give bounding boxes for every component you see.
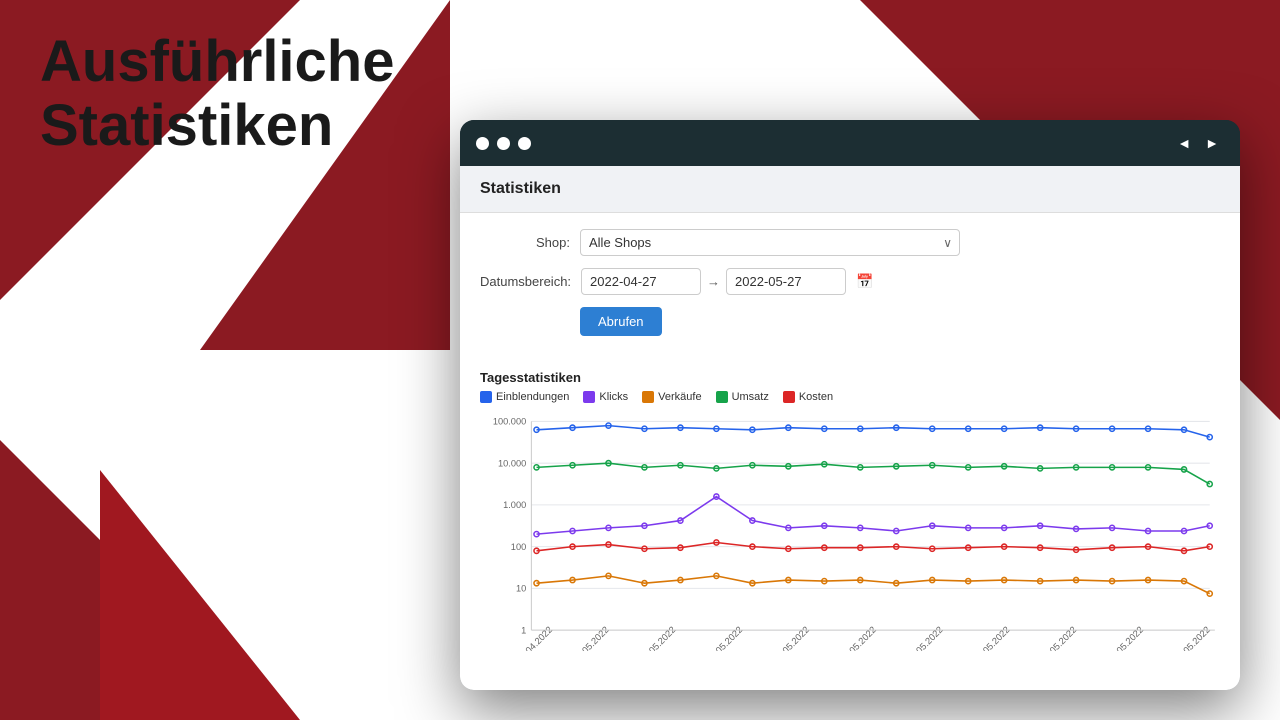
chart-container: 100.000 10.000 1.000 100 10 1 xyxy=(480,411,1220,651)
y-label-10000: 10.000 xyxy=(498,458,526,468)
line-umsatz xyxy=(537,463,1210,484)
browser-window: ◄ ► Statistiken Shop: Alle Shops xyxy=(460,120,1240,690)
browser-dot-1 xyxy=(476,137,489,150)
stats-header: Statistiken xyxy=(460,166,1240,213)
shop-label: Shop: xyxy=(480,235,580,250)
x-label-9: 25.05.2022 xyxy=(1106,625,1146,651)
x-label-10: 27.05.2022 xyxy=(1172,625,1212,651)
calendar-icon[interactable]: 📅 xyxy=(856,273,873,290)
x-label-2: 04.05.2022 xyxy=(638,625,678,651)
x-label-6: 16.05.2022 xyxy=(905,625,945,651)
shop-select-wrapper: Alle Shops xyxy=(580,229,960,256)
date-label: Datumsbereich: xyxy=(480,274,581,289)
dot-verkaeufe-0 xyxy=(534,581,539,586)
browser-content: Statistiken Shop: Alle Shops Datumsberei… xyxy=(460,166,1240,690)
legend-label-umsatz: Umsatz xyxy=(732,391,769,403)
line-einblendungen xyxy=(537,426,1210,437)
browser-dot-3 xyxy=(518,137,531,150)
heading-line2: Statistiken xyxy=(40,94,395,158)
date-range-row: Datumsbereich: → 📅 xyxy=(480,268,1220,295)
legend-color-umsatz xyxy=(716,391,728,403)
stats-body: Shop: Alle Shops Datumsbereich: → 📅 xyxy=(460,213,1240,364)
back-arrow[interactable]: ◄ xyxy=(1172,133,1196,153)
abrufen-button[interactable]: Abrufen xyxy=(580,307,662,336)
x-label-7: 19.05.2022 xyxy=(972,625,1012,651)
legend-einblendungen: Einblendungen xyxy=(480,391,569,403)
date-range-arrow: → xyxy=(707,274,720,289)
legend-verkaeufe: Verkäufe xyxy=(642,391,701,403)
abrufen-row: Abrufen xyxy=(480,307,1220,336)
legend-umsatz: Umsatz xyxy=(716,391,769,403)
dot-umsatz-19 xyxy=(1207,481,1212,486)
x-label-1: 01.05.2022 xyxy=(571,625,611,651)
x-label-8: 22.05.2022 xyxy=(1039,625,1079,651)
legend-color-klicks xyxy=(583,391,595,403)
legend-label-kosten: Kosten xyxy=(799,391,833,403)
chart-svg: 100.000 10.000 1.000 100 10 1 xyxy=(480,411,1220,651)
date-from-input[interactable] xyxy=(581,268,701,295)
chart-title: Tagesstatistiken xyxy=(480,370,1220,385)
chart-legend: Einblendungen Klicks Verkäufe Umsatz xyxy=(480,391,1220,403)
red-shape-4 xyxy=(100,470,300,720)
x-label-3: 07.05.2022 xyxy=(705,625,745,651)
dot-verkaeufe-19 xyxy=(1207,591,1212,596)
line-verkaeufe xyxy=(537,576,1210,594)
date-to-input[interactable] xyxy=(726,268,846,295)
y-label-1000: 1.000 xyxy=(503,500,526,510)
y-label-1: 1 xyxy=(521,625,526,635)
browser-dots xyxy=(476,137,531,150)
date-range-wrapper: → 📅 xyxy=(581,268,873,295)
legend-color-verkaeufe xyxy=(642,391,654,403)
browser-nav-arrows: ◄ ► xyxy=(1172,133,1224,153)
stats-panel: Statistiken Shop: Alle Shops Datumsberei… xyxy=(460,166,1240,690)
main-heading: Ausführliche Statistiken xyxy=(40,30,395,158)
forward-arrow[interactable]: ► xyxy=(1200,133,1224,153)
dot-klicks-0 xyxy=(534,532,539,537)
y-label-100: 100 xyxy=(511,542,526,552)
y-label-100000: 100.000 xyxy=(493,417,526,427)
x-label-5: 13.05.2022 xyxy=(838,625,878,651)
legend-color-kosten xyxy=(783,391,795,403)
legend-kosten: Kosten xyxy=(783,391,833,403)
shop-row: Shop: Alle Shops xyxy=(480,229,1220,256)
shop-select[interactable]: Alle Shops xyxy=(580,229,960,256)
browser-titlebar: ◄ ► xyxy=(460,120,1240,166)
legend-klicks: Klicks xyxy=(583,391,628,403)
dot-kosten-0 xyxy=(534,548,539,553)
x-label-4: 10.05.2022 xyxy=(772,625,812,651)
line-klicks xyxy=(537,497,1210,535)
chart-section: Tagesstatistiken Einblendungen Klicks Ve… xyxy=(460,364,1240,651)
heading-line1: Ausführliche xyxy=(40,30,395,94)
legend-label-einblendungen: Einblendungen xyxy=(496,391,569,403)
stats-title: Statistiken xyxy=(480,180,561,197)
legend-color-einblendungen xyxy=(480,391,492,403)
legend-label-verkaeufe: Verkäufe xyxy=(658,391,701,403)
browser-dot-2 xyxy=(497,137,510,150)
dot-umsatz-0 xyxy=(534,465,539,470)
dot-einblendungen-0 xyxy=(534,427,539,432)
legend-label-klicks: Klicks xyxy=(599,391,628,403)
y-label-10: 10 xyxy=(516,583,526,593)
